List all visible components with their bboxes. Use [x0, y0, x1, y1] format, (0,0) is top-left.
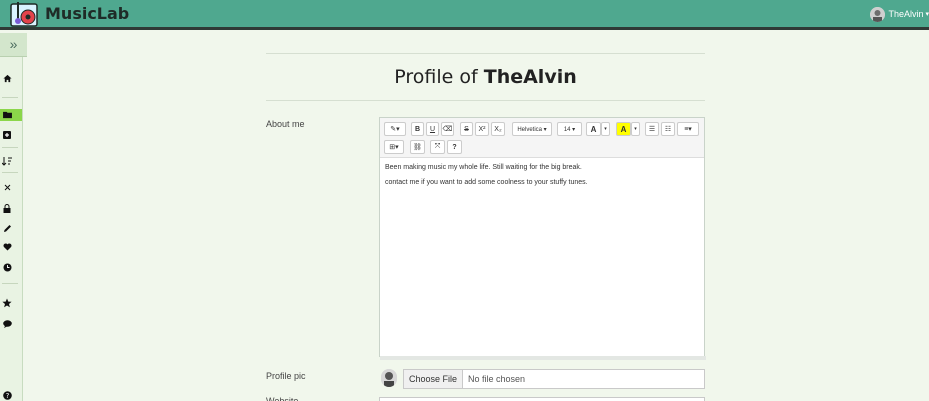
subscript-button[interactable]: X₂: [491, 122, 505, 136]
text-color-button[interactable]: A: [586, 122, 601, 136]
sidebar-divider: [2, 97, 18, 98]
unordered-list-button[interactable]: ☰: [645, 122, 659, 136]
profile-pic-thumbnail: [381, 369, 397, 387]
user-avatar: [870, 6, 886, 22]
sidebar-divider: [2, 172, 18, 173]
link-button[interactable]: ⛓: [410, 140, 425, 154]
user-menu[interactable]: TheAlvin ▾: [870, 4, 929, 24]
website-input[interactable]: [379, 397, 705, 401]
editor-resize-bar[interactable]: [380, 356, 706, 360]
page-title: Profile of TheAlvin: [266, 66, 705, 88]
font-family-select[interactable]: Helvetica ▾: [512, 122, 552, 136]
highlight-button[interactable]: A: [616, 122, 631, 136]
sort-icon[interactable]: [1, 155, 13, 167]
choose-file-button[interactable]: Choose File: [404, 370, 464, 388]
lock-icon[interactable]: [1, 202, 13, 214]
font-size-select[interactable]: 14 ▾: [557, 122, 582, 136]
ordered-list-button[interactable]: ☷: [661, 122, 675, 136]
strikethrough-button[interactable]: S: [460, 122, 473, 136]
clock-icon[interactable]: [1, 261, 13, 273]
svg-text:?: ?: [5, 392, 9, 400]
superscript-button[interactable]: X²: [475, 122, 489, 136]
plus-square-icon[interactable]: [1, 129, 13, 141]
editor-content[interactable]: Been making music my whole life. Still w…: [380, 158, 704, 200]
sidebar: » ?: [0, 33, 27, 401]
website-label: Website: [266, 396, 299, 401]
profile-pic-label: Profile pic: [266, 371, 306, 381]
chevron-down-icon: ▾: [925, 11, 929, 18]
star-icon[interactable]: [1, 297, 13, 309]
comment-icon[interactable]: [1, 318, 13, 330]
brand-name[interactable]: MusicLab: [45, 4, 129, 23]
top-navbar: MusicLab TheAlvin ▾: [0, 0, 929, 30]
bold-button[interactable]: B: [411, 122, 424, 136]
about-paragraph: Been making music my whole life. Still w…: [385, 164, 582, 171]
fullscreen-button[interactable]: ⤧: [430, 140, 445, 154]
divider-bottom: [266, 100, 705, 101]
magic-style-button[interactable]: ✎▾: [384, 122, 406, 136]
editor-toolbar: ✎▾ B U ⌫ S X² X₂ Helvetica ▾ 14 ▾ A ▾ A …: [380, 118, 704, 158]
underline-button[interactable]: U: [426, 122, 439, 136]
highlight-dropdown[interactable]: ▾: [631, 122, 640, 136]
expand-sidebar-button[interactable]: »: [0, 33, 27, 57]
sidebar-divider: [2, 283, 18, 284]
page-title-prefix: Profile of: [394, 66, 484, 88]
text-color-dropdown[interactable]: ▾: [601, 122, 610, 136]
folder-icon[interactable]: [1, 109, 13, 121]
question-icon[interactable]: ?: [1, 389, 13, 401]
home-icon[interactable]: [1, 72, 13, 84]
close-icon[interactable]: [1, 181, 13, 193]
sidebar-divider: [2, 147, 18, 148]
help-button[interactable]: ?: [447, 140, 462, 154]
eraser-button[interactable]: ⌫: [441, 122, 454, 136]
about-me-editor[interactable]: ✎▾ B U ⌫ S X² X₂ Helvetica ▾ 14 ▾ A ▾ A …: [379, 117, 706, 360]
divider-top: [266, 53, 705, 54]
about-paragraph: contact me if you want to add some cooln…: [385, 179, 588, 186]
page-title-username: TheAlvin: [483, 66, 577, 88]
pencil-icon[interactable]: [1, 222, 13, 234]
user-name: TheAlvin: [888, 9, 924, 19]
table-button[interactable]: ⊞▾: [384, 140, 404, 154]
about-me-label: About me: [266, 119, 305, 129]
paragraph-button[interactable]: ≡▾: [677, 122, 699, 136]
heart-icon[interactable]: [1, 241, 13, 253]
musiclab-logo[interactable]: [8, 0, 40, 29]
profile-pic-file-input[interactable]: Choose File No file chosen: [403, 369, 705, 389]
file-status-text: No file chosen: [468, 374, 526, 384]
